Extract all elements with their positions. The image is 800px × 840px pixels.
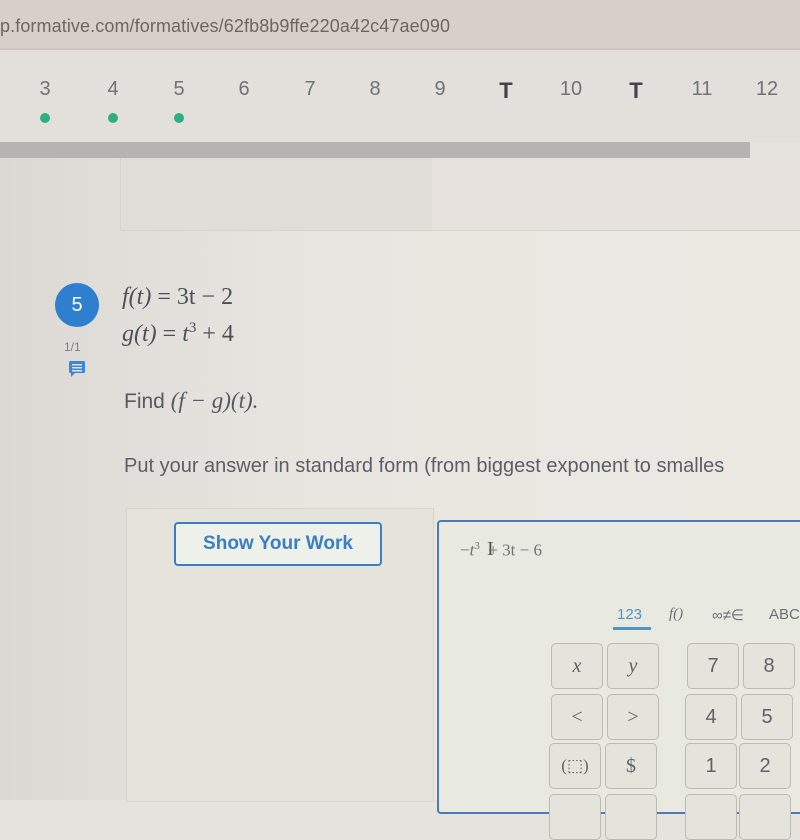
nav-label: 5 xyxy=(173,78,185,100)
f-eq: = xyxy=(157,284,171,310)
key-2[interactable]: 2 xyxy=(739,743,791,789)
key-greater-than[interactable]: > xyxy=(607,694,659,740)
show-your-work-button[interactable]: Show Your Work xyxy=(174,522,382,566)
answer-exp: 3 xyxy=(474,540,480,552)
key-1[interactable]: 1 xyxy=(685,743,737,789)
key-row4-col2[interactable] xyxy=(605,794,657,840)
previous-question-answer-panel xyxy=(432,158,800,231)
nav-label: 10 xyxy=(559,78,583,100)
nav-question-12[interactable]: 12 xyxy=(747,78,787,101)
key-row4-col3[interactable] xyxy=(685,794,737,840)
keypad-tab-symbols[interactable]: ∞≠∈ xyxy=(712,606,744,624)
question-score: 1/1 xyxy=(64,340,81,354)
nav-label: 12 xyxy=(755,78,779,100)
comment-icon[interactable] xyxy=(68,360,86,383)
key-4[interactable]: 4 xyxy=(685,694,737,740)
keypad-tab-abc[interactable]: ABC xyxy=(769,606,800,623)
nav-question-4[interactable]: 4 xyxy=(93,78,133,123)
keypad-tab-123[interactable]: 123 xyxy=(617,606,642,623)
keypad-tab-functions[interactable]: f() xyxy=(669,606,683,623)
answer-value: −t3 + 3t − 6 xyxy=(460,540,542,561)
nav-label: 6 xyxy=(238,78,250,100)
find-prefix: Find xyxy=(124,390,165,413)
f-definition: f(t) = 3t − 2 xyxy=(122,284,233,311)
find-expression: (f − g)(t). xyxy=(170,388,259,413)
nav-question-9[interactable]: 9 xyxy=(420,78,460,101)
nav-question-7[interactable]: 7 xyxy=(290,78,330,101)
key-y[interactable]: y xyxy=(607,643,659,689)
answered-dot-icon xyxy=(40,113,50,123)
question-instruction: Put your answer in standard form (from b… xyxy=(124,455,725,477)
text-cursor-icon: I xyxy=(487,538,494,560)
g-lhs: g(t) xyxy=(122,321,157,347)
key-5[interactable]: 5 xyxy=(741,694,793,740)
answer-prefix: − xyxy=(460,540,470,560)
key-7[interactable]: 7 xyxy=(687,643,739,689)
g-rhs-base: t xyxy=(182,321,189,347)
question-number-badge: 5 xyxy=(55,283,99,327)
nav-question-11[interactable]: 11 xyxy=(682,78,722,101)
key-parentheses[interactable]: (⬚) xyxy=(549,743,601,789)
key-x[interactable]: x xyxy=(551,643,603,689)
nav-label: 4 xyxy=(107,78,119,100)
nav-label: 8 xyxy=(369,78,381,100)
key-8[interactable]: 8 xyxy=(743,643,795,689)
nav-question-10[interactable]: 10 xyxy=(551,78,591,101)
g-rhs-exp: 3 xyxy=(188,320,197,336)
browser-address-bar[interactable]: p.formative.com/formatives/62fb8b9ffe220… xyxy=(0,0,800,50)
answered-dot-icon xyxy=(174,113,184,123)
nav-label: 9 xyxy=(434,78,446,100)
nav-label: 3 xyxy=(39,78,51,100)
g-eq: = xyxy=(162,321,177,347)
key-row4-col1[interactable] xyxy=(549,794,601,840)
previous-question-work-panel xyxy=(120,158,434,231)
key-dollar[interactable]: $ xyxy=(605,743,657,789)
question-navigation: 3 4 5 6 7 8 9 T 10 T 11 12 xyxy=(0,50,800,142)
nav-question-3[interactable]: 3 xyxy=(25,78,65,123)
nav-text-block[interactable]: T xyxy=(616,78,656,104)
question-prompt: Find (f − g)(t). xyxy=(124,388,258,414)
text-block-icon: T xyxy=(499,78,513,103)
nav-question-8[interactable]: 8 xyxy=(355,78,395,101)
text-block-icon: T xyxy=(629,78,643,103)
url-text[interactable]: p.formative.com/formatives/62fb8b9ffe220… xyxy=(0,16,450,37)
f-rhs: 3t − 2 xyxy=(176,284,234,310)
nav-question-5[interactable]: 5 xyxy=(159,78,199,123)
key-row4-col4[interactable] xyxy=(739,794,791,840)
progress-bar xyxy=(0,142,750,158)
key-less-than[interactable]: < xyxy=(551,694,603,740)
nav-text-block[interactable]: T xyxy=(486,78,526,104)
answer-rest: + 3t − 6 xyxy=(488,540,542,560)
active-tab-indicator xyxy=(613,627,651,630)
answered-dot-icon xyxy=(108,113,118,123)
nav-question-6[interactable]: 6 xyxy=(224,78,264,101)
f-lhs: f(t) xyxy=(122,284,152,310)
nav-label: 11 xyxy=(691,78,713,100)
g-definition: g(t) = t3 + 4 xyxy=(122,320,234,348)
g-rhs-tail: + 4 xyxy=(202,321,234,347)
nav-label: 7 xyxy=(304,78,316,100)
